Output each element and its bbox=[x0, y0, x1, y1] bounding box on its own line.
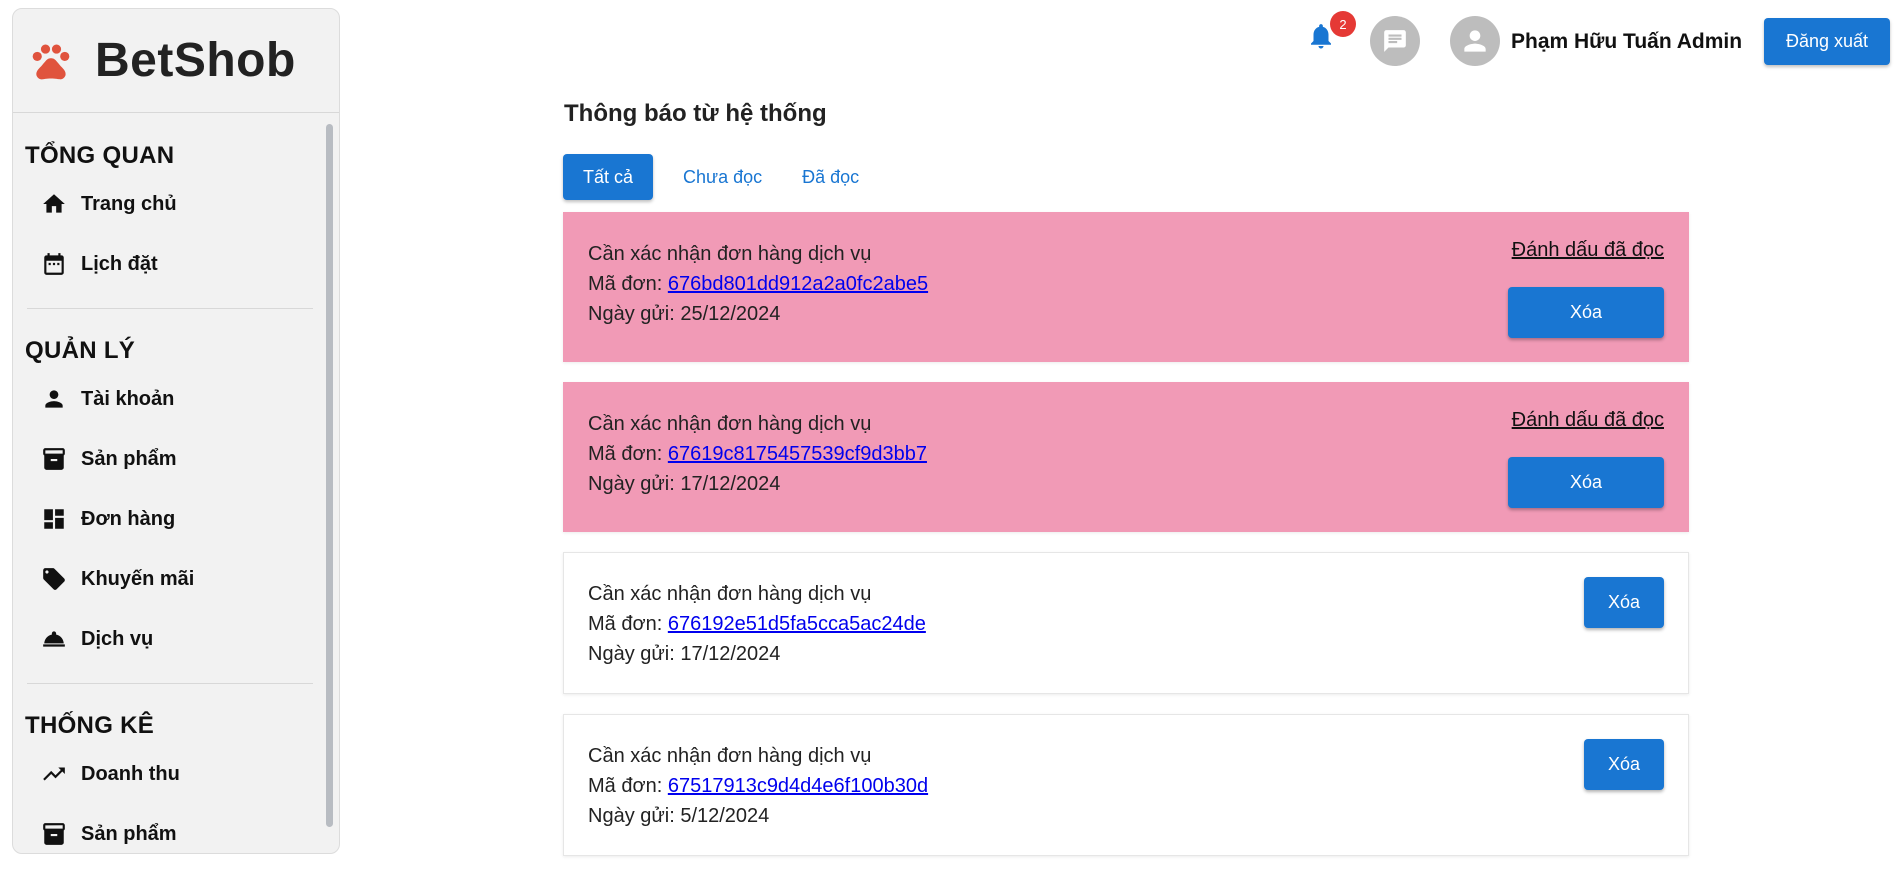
mark-read-link[interactable]: Đánh dấu đã đọc bbox=[1512, 239, 1664, 262]
sidebar-item-revenue[interactable]: Doanh thu bbox=[25, 744, 313, 804]
section-overview: TỔNG QUAN Trang chủ Lịch đặt bbox=[13, 114, 327, 294]
tab-all[interactable]: Tất cả bbox=[563, 154, 654, 200]
tab-unread[interactable]: Chưa đọc bbox=[663, 154, 782, 200]
delete-button[interactable]: Xóa bbox=[1508, 287, 1664, 338]
sidebar-item-home[interactable]: Trang chủ bbox=[25, 174, 313, 234]
topbar: 2 Phạm Hữu Tuấn Admin Đăng xuất bbox=[340, 0, 1903, 84]
filter-tabs: Tất cả Chưa đọc Đã đọc bbox=[563, 154, 1689, 200]
date-line: Ngày gửi: 25/12/2024 bbox=[588, 299, 1664, 329]
order-link[interactable]: 67517913c9d4d4e6f100b30d bbox=[668, 775, 928, 797]
order-line: Mã đơn: 676192e51d5fa5cca5ac24de bbox=[588, 609, 1664, 639]
sidebar-item-bookings[interactable]: Lịch đặt bbox=[25, 234, 313, 294]
sidebar-item-label: Sản phẩm bbox=[81, 447, 177, 470]
order-line: Mã đơn: 67619c8175457539cf9d3bb7 bbox=[588, 439, 1664, 469]
notification-title: Cần xác nhận đơn hàng dịch vụ bbox=[588, 413, 872, 435]
date-prefix: Ngày gửi: bbox=[588, 473, 681, 495]
notification-title: Cần xác nhận đơn hàng dịch vụ bbox=[588, 583, 872, 605]
order-prefix: Mã đơn: bbox=[588, 613, 668, 635]
sidebar-item-services[interactable]: Dịch vụ bbox=[25, 609, 313, 669]
sidebar-item-label: Tài khoản bbox=[81, 387, 175, 410]
section-title: TỔNG QUAN bbox=[25, 142, 175, 169]
notification-title: Cần xác nhận đơn hàng dịch vụ bbox=[588, 745, 872, 767]
sidebar-item-label: Đơn hàng bbox=[81, 507, 176, 530]
order-link[interactable]: 676192e51d5fa5cca5ac24de bbox=[668, 613, 926, 635]
notification-date: 25/12/2024 bbox=[680, 303, 781, 325]
sidebar-item-label: Lịch đặt bbox=[81, 252, 158, 275]
sidebar-item-products[interactable]: Sản phẩm bbox=[25, 429, 313, 489]
order-prefix: Mã đơn: bbox=[588, 273, 668, 295]
person-icon bbox=[45, 390, 63, 408]
notification-badge: 2 bbox=[1330, 11, 1356, 37]
section-management: QUẢN LÝ Tài khoản Sản phẩm Đơn hàng Khuy… bbox=[13, 309, 327, 669]
brand-name: BetShob bbox=[95, 34, 296, 87]
delete-button[interactable]: Xóa bbox=[1508, 457, 1664, 508]
order-prefix: Mã đơn: bbox=[588, 443, 668, 465]
order-prefix: Mã đơn: bbox=[588, 775, 668, 797]
notification-card: Cần xác nhận đơn hàng dịch vụ Mã đơn: 67… bbox=[563, 552, 1689, 694]
logout-button[interactable]: Đăng xuất bbox=[1764, 18, 1890, 65]
avatar[interactable] bbox=[1450, 16, 1500, 66]
date-line: Ngày gửi: 17/12/2024 bbox=[588, 469, 1664, 499]
sidebar-item-orders[interactable]: Đơn hàng bbox=[25, 489, 313, 549]
order-line: Mã đơn: 676bd801dd912a2a0fc2abe5 bbox=[588, 269, 1664, 299]
sidebar-item-accounts[interactable]: Tài khoản bbox=[25, 369, 313, 429]
sidebar-item-product-stats[interactable]: Sản phẩm bbox=[25, 804, 313, 853]
sidebar-item-label: Doanh thu bbox=[81, 762, 180, 785]
room-service-icon bbox=[43, 631, 65, 647]
notification-card: Cần xác nhận đơn hàng dịch vụ Mã đơn: 67… bbox=[563, 382, 1689, 532]
main-content: Thông báo từ hệ thống Tất cả Chưa đọc Đã… bbox=[563, 100, 1689, 876]
order-line: Mã đơn: 67517913c9d4d4e6f100b30d bbox=[588, 771, 1664, 801]
sidebar-item-label: Dịch vụ bbox=[81, 627, 154, 650]
page-title: Thông báo từ hệ thống bbox=[564, 100, 827, 127]
sidebar-item-promotions[interactable]: Khuyến mãi bbox=[25, 549, 313, 609]
sidebar-item-label: Khuyến mãi bbox=[81, 567, 195, 590]
tag-icon bbox=[43, 568, 65, 590]
sidebar-item-label: Sản phẩm bbox=[81, 822, 177, 845]
home-icon bbox=[43, 194, 65, 213]
order-link[interactable]: 676bd801dd912a2a0fc2abe5 bbox=[668, 273, 928, 295]
date-line: Ngày gửi: 5/12/2024 bbox=[588, 801, 1664, 831]
calendar-icon bbox=[44, 253, 64, 275]
sidebar-nav: TỔNG QUAN Trang chủ Lịch đặt QUẢN LÝ Tài… bbox=[13, 114, 327, 853]
sidebar: BetShob TỔNG QUAN Trang chủ Lịch đặt QUẢ… bbox=[12, 8, 340, 854]
trending-up-icon bbox=[43, 767, 65, 781]
person-icon bbox=[1464, 30, 1486, 52]
delete-button[interactable]: Xóa bbox=[1584, 577, 1664, 628]
notification-date: 17/12/2024 bbox=[680, 643, 781, 665]
dashboard-icon bbox=[44, 509, 64, 529]
paw-icon bbox=[32, 44, 70, 79]
section-title: THỐNG KÊ bbox=[25, 712, 155, 739]
notification-date: 17/12/2024 bbox=[680, 473, 781, 495]
chat-button[interactable] bbox=[1370, 16, 1420, 66]
notification-card: Cần xác nhận đơn hàng dịch vụ Mã đơn: 67… bbox=[563, 212, 1689, 362]
notification-date: 5/12/2024 bbox=[680, 805, 770, 827]
brand[interactable]: BetShob bbox=[13, 9, 339, 113]
mark-read-link[interactable]: Đánh dấu đã đọc bbox=[1512, 409, 1664, 432]
date-prefix: Ngày gửi: bbox=[588, 643, 681, 665]
date-prefix: Ngày gửi: bbox=[588, 303, 681, 325]
tab-read[interactable]: Đã đọc bbox=[782, 154, 879, 200]
delete-button[interactable]: Xóa bbox=[1584, 739, 1664, 790]
order-link[interactable]: 67619c8175457539cf9d3bb7 bbox=[668, 443, 927, 465]
date-prefix: Ngày gửi: bbox=[588, 805, 681, 827]
sidebar-item-label: Trang chủ bbox=[81, 192, 177, 215]
chat-icon bbox=[1384, 30, 1406, 52]
username: Phạm Hữu Tuấn Admin bbox=[1511, 30, 1743, 53]
archive-icon bbox=[43, 448, 65, 470]
date-line: Ngày gửi: 17/12/2024 bbox=[588, 639, 1664, 669]
section-title: QUẢN LÝ bbox=[25, 337, 136, 364]
section-statistics: THỐNG KÊ Doanh thu Sản phẩm bbox=[13, 684, 327, 853]
notification-card: Cần xác nhận đơn hàng dịch vụ Mã đơn: 67… bbox=[563, 714, 1689, 856]
archive-icon bbox=[43, 823, 65, 845]
notification-title: Cần xác nhận đơn hàng dịch vụ bbox=[588, 243, 872, 265]
sidebar-scrollbar[interactable] bbox=[326, 124, 333, 827]
